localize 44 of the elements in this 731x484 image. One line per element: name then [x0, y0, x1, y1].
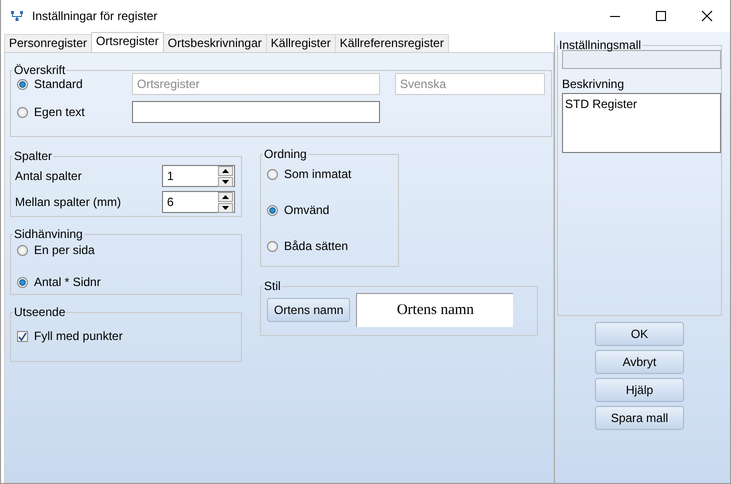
radio-button[interactable] — [17, 244, 28, 256]
spinner-field[interactable]: 6 — [162, 191, 235, 213]
radio-label[interactable]: Som inmatat — [284, 167, 352, 181]
text-field[interactable] — [132, 101, 380, 123]
group-label: Överskrift — [13, 63, 66, 77]
tab[interactable]: Ortsregister — [91, 32, 164, 52]
field-label: Antal spalter — [15, 169, 82, 183]
checkbox-label[interactable]: Fyll med punkter — [34, 329, 123, 343]
dialog-button[interactable]: Hjälp — [595, 378, 684, 402]
field-label: Beskrivning — [562, 77, 626, 91]
checkbox[interactable] — [17, 330, 28, 342]
tab[interactable]: Källregister — [266, 34, 336, 52]
radio-label[interactable]: Båda sätten — [284, 239, 348, 253]
field-label: Mellan spalter (mm) — [15, 195, 122, 209]
group-label: Utseende — [13, 305, 66, 319]
radio-label[interactable]: Egen text — [34, 105, 85, 119]
window-title: Inställningar för register — [32, 9, 158, 23]
style-button[interactable]: Ortens namn — [267, 298, 350, 322]
style-preview: Ortens namn — [356, 293, 514, 327]
radio-label[interactable]: Standard — [34, 77, 83, 91]
radio-label[interactable]: En per sida — [34, 243, 95, 257]
radio-button[interactable] — [267, 204, 278, 216]
dialog-button[interactable]: OK — [595, 322, 684, 346]
group-label: Sidhänvining — [13, 227, 84, 241]
description-field[interactable]: STD Register — [562, 93, 721, 153]
radio-button[interactable] — [17, 276, 28, 288]
group-label: Ordning — [263, 147, 308, 161]
radio-button[interactable] — [17, 106, 28, 118]
radio-button[interactable] — [17, 78, 28, 90]
tab[interactable]: Personregister — [4, 34, 92, 52]
template-field[interactable] — [562, 50, 721, 69]
radio-label[interactable]: Omvänd — [284, 203, 330, 217]
radio-button[interactable] — [267, 240, 278, 252]
dialog-button[interactable]: Spara mall — [595, 406, 684, 430]
tab[interactable]: Källreferensregister — [334, 34, 449, 52]
tab[interactable]: Ortsbeskrivningar — [162, 34, 267, 52]
group-label: Stil — [263, 279, 282, 293]
radio-button[interactable] — [267, 168, 278, 180]
spinner-field[interactable]: 1 — [162, 165, 235, 187]
group-label: Spalter — [13, 149, 54, 163]
group-label: Inställningsmall — [558, 38, 642, 52]
radio-label[interactable]: Antal * Sidnr — [34, 275, 101, 289]
dialog-button[interactable]: Avbryt — [595, 350, 684, 374]
tree-icon — [10, 10, 24, 22]
